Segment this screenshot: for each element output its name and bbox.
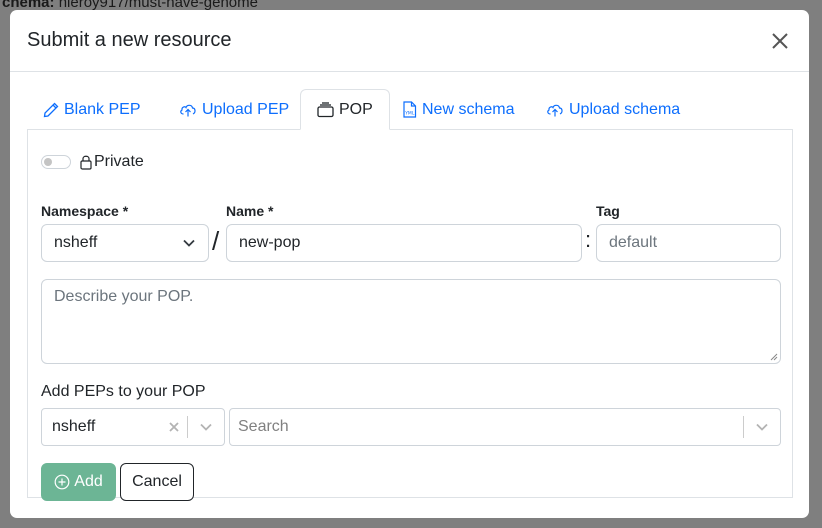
pep-namespace-select[interactable]: nsheff <box>41 408 225 446</box>
cloud-upload-icon <box>547 104 563 116</box>
chevron-down-icon <box>756 423 768 431</box>
cloud-upload-icon <box>180 104 196 116</box>
yaml-file-icon: YML <box>403 101 417 118</box>
private-toggle-row: Private <box>41 153 144 171</box>
tab-new-schema[interactable]: YML New schema <box>386 89 530 130</box>
namespace-name-separator: / <box>212 226 220 256</box>
private-switch[interactable] <box>41 155 71 169</box>
description-textarea[interactable]: Describe your POP. <box>41 279 781 364</box>
name-input[interactable]: new-pop <box>226 224 582 262</box>
namespace-select[interactable]: nsheff <box>41 224 209 262</box>
collection-icon <box>317 101 334 117</box>
tab-pop[interactable]: POP <box>300 89 390 130</box>
pop-tab-panel: Private Namespace * Name * Tag nsheff / … <box>27 129 793 501</box>
add-button[interactable]: Add <box>41 463 116 501</box>
tag-label: Tag <box>596 203 620 219</box>
resource-tabs: Blank PEP Upload PEP POP YML New schema <box>27 89 793 130</box>
clear-icon <box>169 422 179 432</box>
name-label: Name * <box>226 203 274 219</box>
tag-input[interactable]: default <box>596 224 781 262</box>
modal-title: Submit a new resource <box>27 29 232 51</box>
pencil-icon <box>43 102 59 117</box>
cancel-button[interactable]: Cancel <box>120 463 194 501</box>
chevron-down-icon <box>183 239 195 247</box>
submit-resource-modal: Submit a new resource Blank PEP Upload P… <box>10 10 809 518</box>
plus-circle-icon <box>54 474 70 490</box>
private-label: Private <box>80 153 144 171</box>
clear-selection-button[interactable] <box>161 409 187 445</box>
close-button[interactable] <box>768 29 792 53</box>
chevron-down-icon <box>200 423 212 431</box>
add-peps-label: Add PEPs to your POP <box>41 383 206 400</box>
resize-grip-icon[interactable] <box>770 353 778 361</box>
dropdown-indicator[interactable] <box>188 409 224 445</box>
namespace-label: Namespace * <box>41 203 129 219</box>
tab-upload-pep[interactable]: Upload PEP <box>163 89 305 130</box>
pep-search-select[interactable]: Search <box>229 408 781 446</box>
close-icon <box>772 32 788 49</box>
name-tag-separator: : <box>585 227 592 252</box>
tab-blank-pep[interactable]: Blank PEP <box>27 89 156 130</box>
dropdown-indicator[interactable] <box>744 409 780 445</box>
lock-icon <box>80 155 92 170</box>
modal-header: Submit a new resource <box>10 10 809 72</box>
tab-upload-schema[interactable]: Upload schema <box>530 89 696 130</box>
svg-text:YML: YML <box>404 111 415 117</box>
